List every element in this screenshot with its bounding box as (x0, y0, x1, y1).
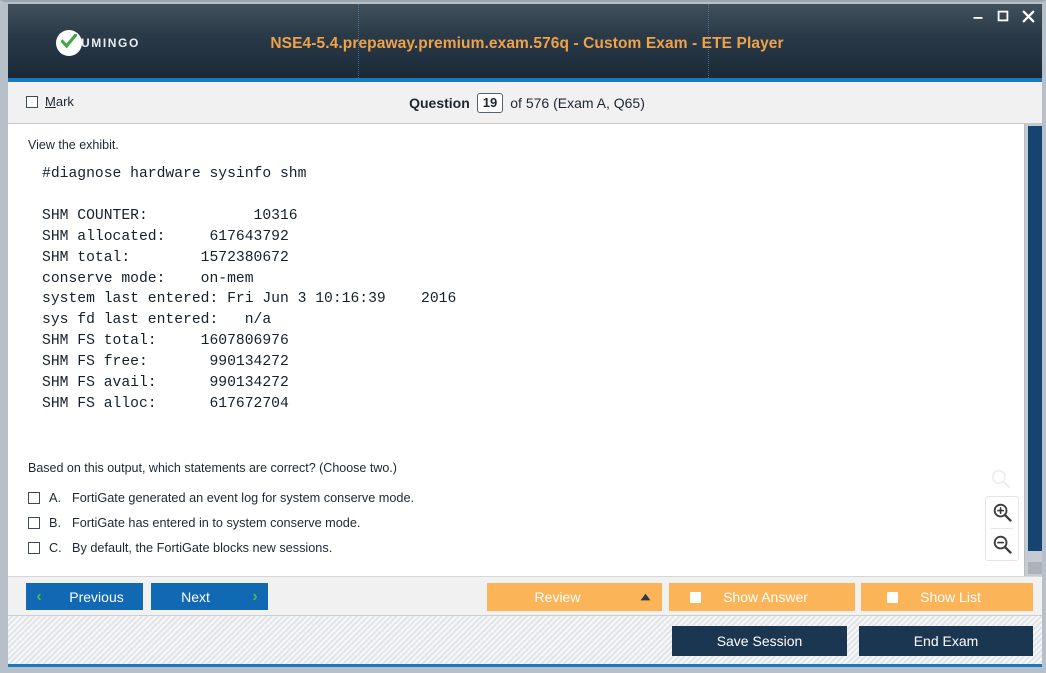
show-list-button[interactable]: Show List (861, 583, 1033, 611)
question-counter: Question 19 of 576 (Exam A, Q65) (8, 93, 1042, 113)
option-letter: A. (49, 490, 61, 505)
show-answer-button-label: Show Answer (723, 589, 808, 605)
window-title: NSE4-5.4.prepaway.premium.exam.576q - Cu… (270, 35, 784, 52)
chevron-left-icon: ‹ (36, 587, 42, 605)
question-content-inner: View the exhibit. #diagnose hardware sys… (8, 124, 1024, 576)
option-checkbox-a[interactable] (28, 491, 40, 504)
chevron-right-icon: › (252, 587, 258, 605)
square-icon (690, 591, 702, 603)
zoom-out-icon[interactable] (986, 529, 1018, 560)
option-text: FortiGate generated an event log for sys… (72, 490, 415, 505)
navigation-toolbar: ‹ Previous Next › Review Show Answer Sho… (8, 576, 1042, 616)
question-total-label: of 576 (Exam A, Q65) (510, 95, 645, 111)
console-output: #diagnose hardware sysinfo shm SHM COUNT… (42, 166, 457, 412)
option-checkbox-b[interactable] (28, 516, 40, 529)
end-exam-button[interactable]: End Exam (859, 626, 1033, 656)
previous-button-label: Previous (69, 588, 124, 605)
zoom-in-icon[interactable] (986, 497, 1018, 528)
next-button[interactable]: Next › (151, 583, 268, 610)
option-text: FortiGate has entered in to system conse… (72, 515, 361, 530)
app-window: UMINGO NSE4-5.4.prepaway.premium.exam.57… (0, 0, 1046, 673)
question-toolbar: Mark Question 19 of 576 (Exam A, Q65) (8, 82, 1042, 124)
review-button[interactable]: Review (487, 583, 662, 611)
question-label: Question (409, 95, 470, 111)
next-button-label: Next (181, 588, 210, 605)
show-list-button-label: Show List (920, 589, 981, 605)
exhibit-link[interactable]: View the exhibit. (28, 138, 1006, 152)
review-button-label: Review (534, 589, 581, 605)
minimize-icon[interactable] (970, 8, 986, 24)
content-scrollbar[interactable] (1024, 124, 1042, 576)
zoom-controls-panel (985, 496, 1019, 561)
title-bar: UMINGO NSE4-5.4.prepaway.premium.exam.57… (8, 4, 1042, 78)
caret-up-icon (628, 593, 662, 601)
previous-button[interactable]: ‹ Previous (26, 583, 143, 610)
option-row[interactable]: A. FortiGate generated an event log for … (28, 491, 1006, 505)
question-content-area: View the exhibit. #diagnose hardware sys… (8, 124, 1042, 576)
square-icon (887, 591, 899, 603)
option-letter: C. (49, 540, 62, 555)
bottom-panel: Save Session End Exam (8, 616, 1042, 667)
save-session-button[interactable]: Save Session (672, 626, 847, 656)
magnifier-icon (990, 468, 1012, 490)
option-row[interactable]: C. By default, the FortiGate blocks new … (28, 541, 1006, 555)
close-icon[interactable] (1020, 8, 1036, 24)
maximize-icon[interactable] (995, 8, 1011, 24)
question-prompt: Based on this output, which statements a… (28, 460, 397, 475)
option-row[interactable]: B. FortiGate has entered in to system co… (28, 516, 1006, 530)
scrollbar-track-end[interactable] (1028, 562, 1042, 574)
window-controls (970, 8, 1036, 24)
show-answer-button[interactable]: Show Answer (669, 583, 855, 611)
option-checkbox-c[interactable] (28, 541, 40, 554)
question-number-input[interactable]: 19 (476, 93, 504, 113)
option-text: By default, the FortiGate blocks new ses… (72, 540, 333, 555)
title-bar-sheen (8, 4, 1042, 34)
answer-options: A. FortiGate generated an event log for … (28, 491, 1006, 555)
scrollbar-thumb[interactable] (1028, 126, 1042, 551)
option-letter: B. (49, 515, 61, 530)
